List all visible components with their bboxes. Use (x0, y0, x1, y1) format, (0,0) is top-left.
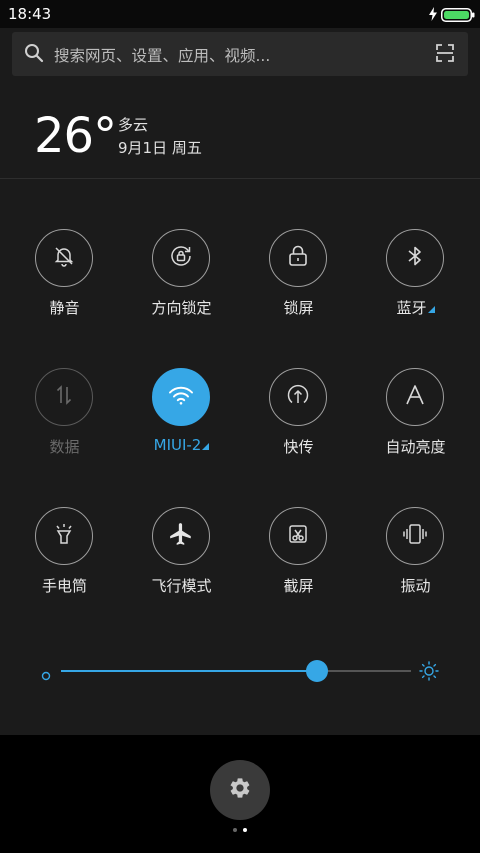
toggle-airplane-mode[interactable]: 飞行模式 (123, 507, 240, 617)
toggle-screenshot-button[interactable] (269, 507, 327, 565)
toggle-wifi[interactable]: MIUI-2 (123, 368, 240, 478)
toggle-airplane-mode-button[interactable] (152, 507, 210, 565)
share-upload-icon (285, 382, 311, 412)
toggle-mobile-data-button[interactable] (35, 368, 93, 426)
toggle-bluetooth[interactable]: 蓝牙 (357, 229, 474, 339)
toggle-label: 自动亮度 (385, 438, 446, 456)
brightness-slider[interactable] (61, 660, 411, 682)
mobile-data-icon (53, 384, 75, 410)
toggle-label: 静音 (49, 299, 80, 317)
toggle-vibrate-button[interactable] (386, 507, 444, 565)
weather-condition: 多云 (118, 116, 149, 134)
divider (0, 178, 480, 179)
search-bar[interactable]: 搜索网页、设置、应用、视频... (12, 32, 468, 76)
toggle-vibrate[interactable]: 振动 (357, 507, 474, 617)
weather-temperature[interactable]: 26° (34, 108, 117, 164)
toggle-label: MIUI-2 (123, 436, 240, 454)
lock-icon (287, 244, 309, 272)
charging-icon (428, 6, 438, 25)
brightness-high-icon (419, 661, 439, 685)
status-bar: 18:43 (0, 0, 480, 28)
brightness-slider-thumb[interactable] (306, 660, 328, 682)
toggle-lock-screen[interactable]: 锁屏 (240, 229, 357, 339)
bell-off-icon (52, 244, 76, 272)
toggle-screenshot[interactable]: 截屏 (240, 507, 357, 617)
scan-icon[interactable] (436, 44, 454, 66)
brightness-low-icon (41, 666, 51, 685)
toggle-silent[interactable]: 静音 (6, 229, 123, 339)
battery-icon (441, 7, 475, 26)
weather-date: 9月1日 周五 (118, 139, 202, 157)
vibrate-icon (401, 522, 429, 550)
toggle-mobile-data[interactable]: 数据 (6, 368, 123, 478)
toggle-label: 振动 (400, 577, 431, 595)
toggle-label: 手电筒 (41, 577, 87, 595)
page-indicator-dot (243, 828, 247, 832)
toggle-rotation-lock-button[interactable] (152, 229, 210, 287)
toggle-rotation-lock[interactable]: 方向锁定 (123, 229, 240, 339)
page-indicator-dot (233, 828, 237, 832)
auto-brightness-icon (404, 384, 426, 410)
toggle-label: 快传 (283, 438, 314, 456)
rotation-lock-icon (168, 243, 194, 273)
toggle-label: 飞行模式 (151, 577, 212, 595)
toggle-quick-share[interactable]: 快传 (240, 368, 357, 478)
toggle-label: 数据 (49, 438, 80, 456)
toggle-label: 锁屏 (283, 299, 314, 317)
gear-icon (228, 776, 252, 804)
search-icon (24, 43, 44, 67)
toggle-quick-share-button[interactable] (269, 368, 327, 426)
toggle-silent-button[interactable] (35, 229, 93, 287)
toggle-label: 截屏 (283, 577, 314, 595)
toggle-label: 方向锁定 (151, 299, 212, 317)
toggle-bluetooth-button[interactable] (386, 229, 444, 287)
toggle-auto-brightness[interactable]: 自动亮度 (357, 368, 474, 478)
search-input[interactable]: 搜索网页、设置、应用、视频... (54, 44, 270, 66)
toggle-label: 蓝牙 (357, 297, 474, 318)
toggle-auto-brightness-button[interactable] (386, 368, 444, 426)
brightness-slider-fill (61, 670, 317, 672)
toggle-wifi-button[interactable] (152, 368, 210, 426)
airplane-icon (168, 521, 194, 551)
more-options-indicator (202, 443, 210, 450)
toggle-lock-screen-button[interactable] (269, 229, 327, 287)
toggle-flashlight[interactable]: 手电筒 (6, 507, 123, 617)
more-options-indicator (427, 306, 435, 313)
toggle-flashlight-button[interactable] (35, 507, 93, 565)
screenshot-icon (286, 522, 310, 550)
settings-button[interactable] (210, 760, 270, 820)
bluetooth-icon (404, 244, 426, 272)
wifi-icon (168, 384, 194, 410)
status-clock: 18:43 (8, 5, 52, 23)
flashlight-icon (52, 522, 76, 550)
